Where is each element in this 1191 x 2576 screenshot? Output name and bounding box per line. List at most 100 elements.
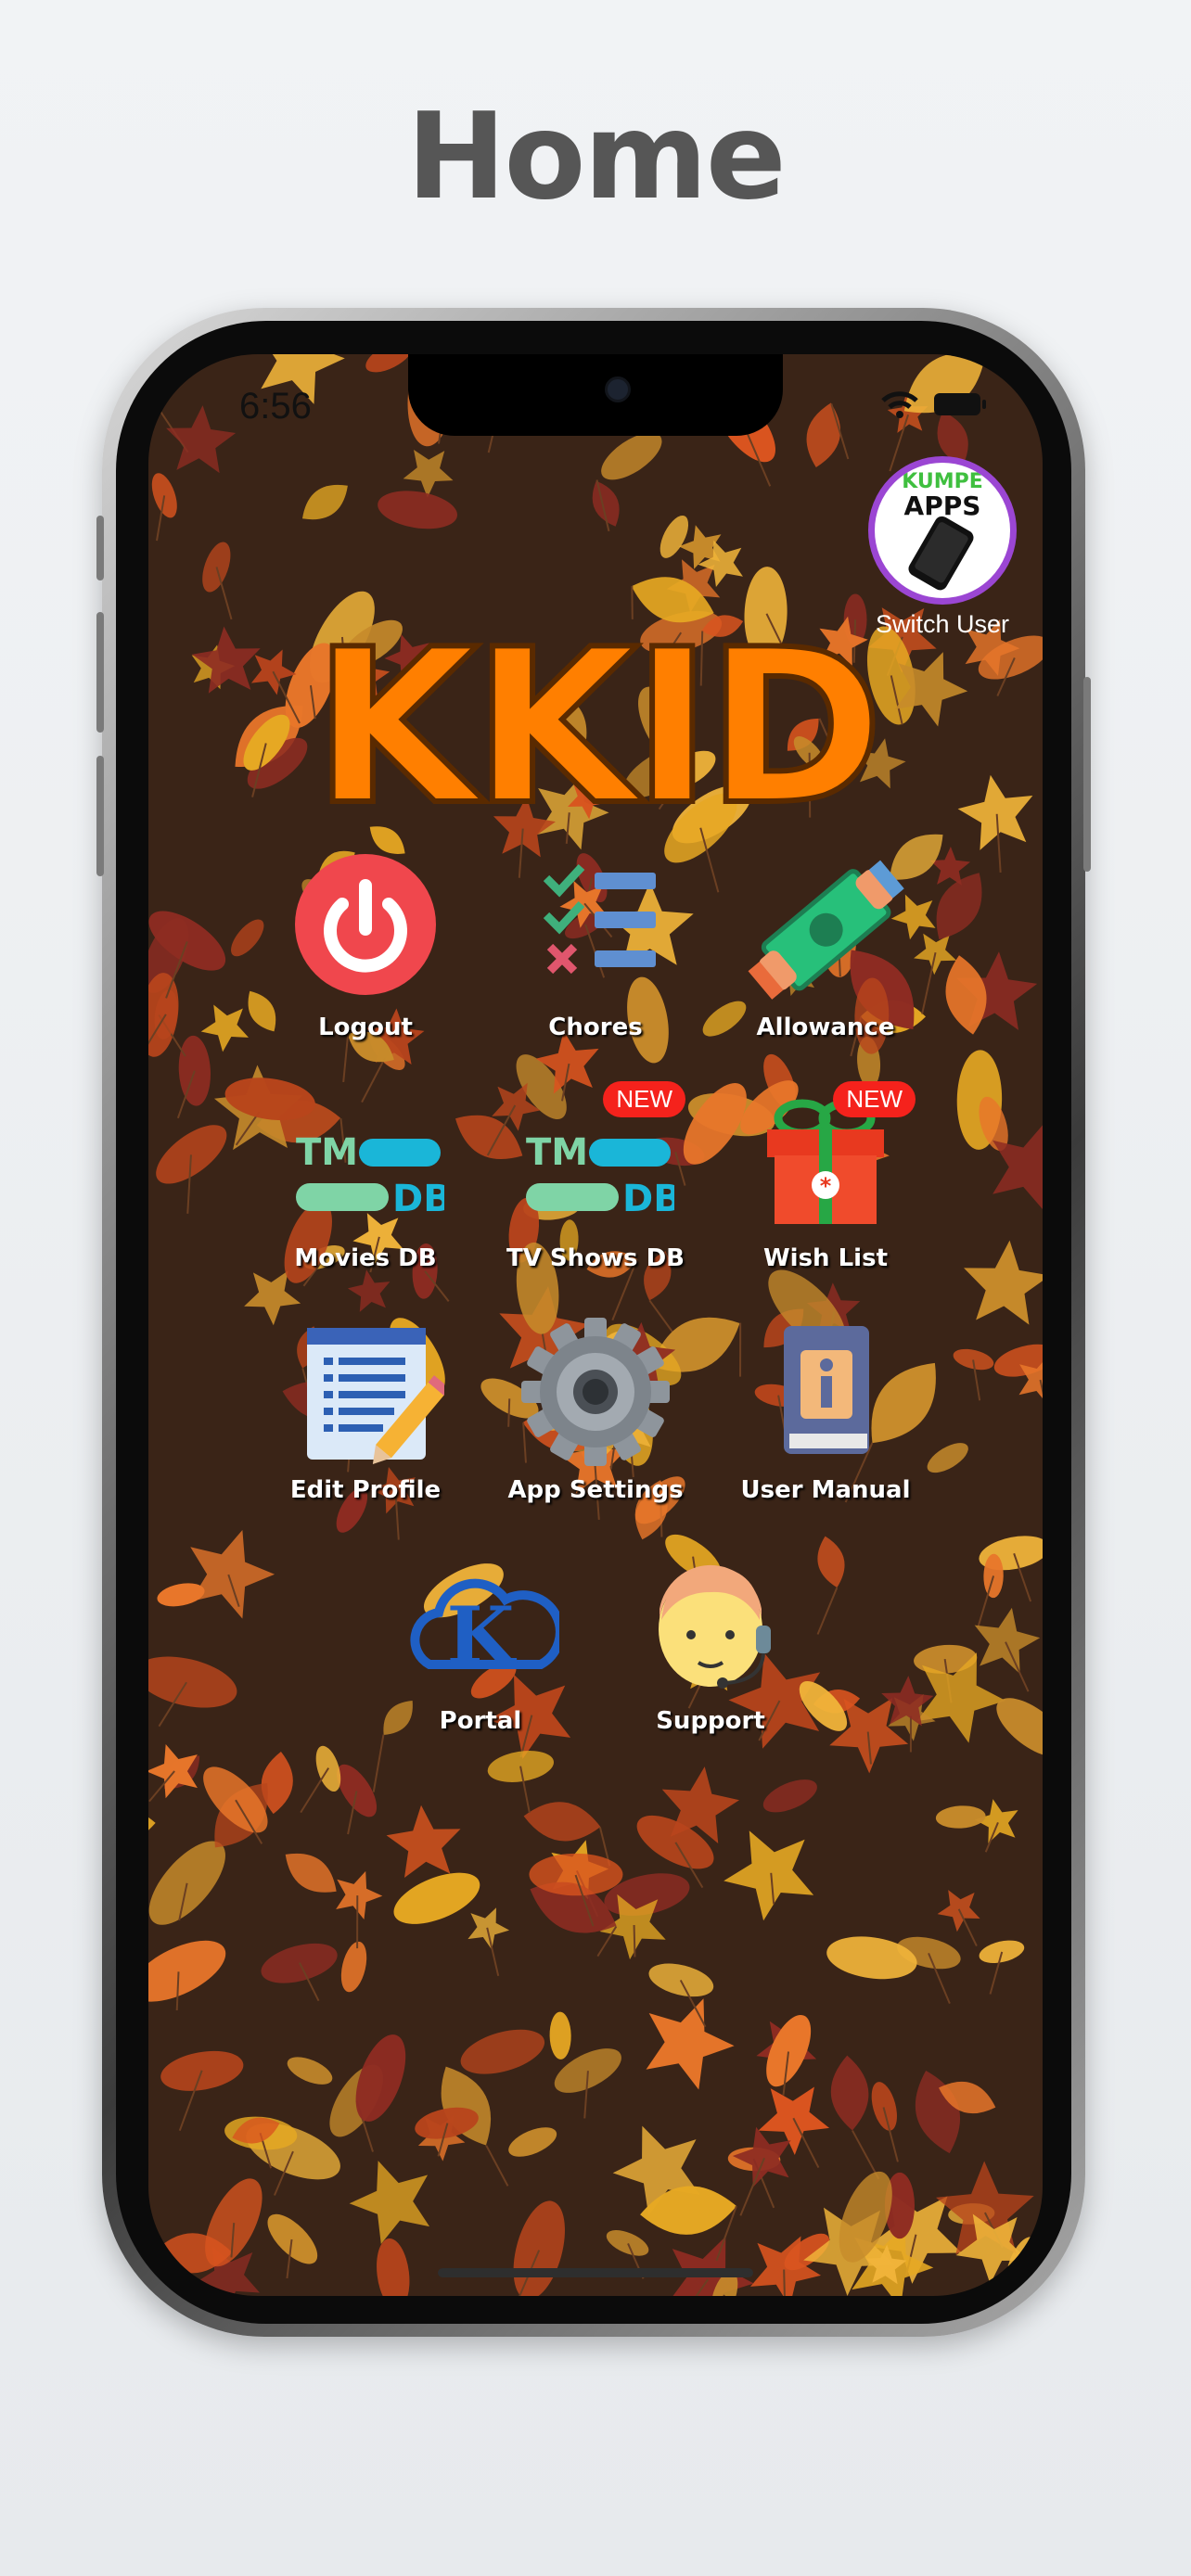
svg-text:DB: DB xyxy=(622,1178,674,1220)
tile-app-settings[interactable]: App Settings xyxy=(489,1313,702,1504)
tile-label: User Manual xyxy=(740,1476,911,1504)
page-title: Home xyxy=(406,88,786,226)
tile-chores[interactable]: Chores xyxy=(489,850,702,1041)
svg-text:DB: DB xyxy=(392,1178,444,1220)
new-badge: NEW xyxy=(603,1081,685,1117)
leaf xyxy=(724,1830,814,1921)
leaf xyxy=(301,484,348,520)
leaf xyxy=(646,1998,735,2090)
phone-icon xyxy=(908,516,974,591)
status-icons xyxy=(879,389,987,419)
leaf xyxy=(953,1348,994,1371)
leaf xyxy=(148,1940,226,2002)
support-agent-icon xyxy=(632,1544,789,1702)
leaf xyxy=(549,2011,571,2060)
leaf xyxy=(151,473,177,518)
leaf xyxy=(460,2029,545,2074)
tile-label: Portal xyxy=(439,1707,522,1735)
leaf xyxy=(377,2238,410,2296)
leaf-stem xyxy=(342,1034,350,1083)
leaf xyxy=(378,491,457,529)
tile-movies-db[interactable]: TM DB Movies DB xyxy=(259,1081,472,1272)
leaf-stem xyxy=(852,2130,880,2180)
leaf xyxy=(190,1529,275,1619)
leaf xyxy=(937,1890,980,1932)
side-button-volume-up xyxy=(96,612,104,733)
leaf xyxy=(148,1807,156,1843)
leaf xyxy=(945,955,987,1035)
svg-text:*: * xyxy=(820,1173,832,1199)
leaf xyxy=(508,2127,557,2157)
leaf xyxy=(166,405,237,474)
cloud-k-icon: K xyxy=(402,1544,565,1702)
battery-icon xyxy=(934,393,986,415)
leaf xyxy=(660,515,689,558)
leaf xyxy=(935,1805,986,1829)
notch xyxy=(408,354,783,436)
tile-label: App Settings xyxy=(507,1476,684,1504)
leaf xyxy=(156,1125,227,1184)
leaf xyxy=(148,1656,237,1708)
new-badge: NEW xyxy=(833,1081,916,1117)
leaf-stem xyxy=(372,1734,385,1792)
tile-allowance[interactable]: Allowance xyxy=(719,850,932,1041)
leaf xyxy=(1010,354,1043,417)
leaf xyxy=(529,1853,623,1896)
leaf xyxy=(267,2213,318,2264)
checklist-icon xyxy=(517,850,674,1008)
tile-portal[interactable]: K Portal xyxy=(374,1544,587,1735)
front-camera xyxy=(605,376,631,402)
svg-text:TM: TM xyxy=(296,1131,358,1174)
tile-label: TV Shows DB xyxy=(506,1244,685,1272)
tile-label: Edit Profile xyxy=(289,1476,442,1504)
svg-text:TM: TM xyxy=(526,1131,588,1174)
gift-icon: * NEW xyxy=(747,1081,916,1239)
tile-edit-profile[interactable]: Edit Profile xyxy=(259,1313,472,1504)
gear-icon xyxy=(517,1313,674,1471)
leaf xyxy=(285,1853,337,1893)
svg-text:K: K xyxy=(446,1589,517,1681)
phone-screen: 6:56 KUMPE APPS Switch User KKID Logout … xyxy=(148,354,1043,2296)
leaf xyxy=(979,1940,1025,1964)
tile-label: Allowance xyxy=(756,1014,895,1041)
tile-wish-list[interactable]: * NEW Wish List xyxy=(719,1081,932,1272)
leaf xyxy=(871,2082,897,2131)
leaf xyxy=(148,385,161,421)
leaf xyxy=(393,1872,480,1924)
status-time: 6:56 xyxy=(239,386,312,427)
leaf-stem xyxy=(816,1587,839,1635)
app-title: KKID xyxy=(311,602,887,855)
leaf xyxy=(964,1240,1043,1325)
leaf-stem xyxy=(485,2145,509,2187)
leaf xyxy=(915,2070,961,2154)
tile-label: Chores xyxy=(548,1014,643,1041)
leaf xyxy=(817,1536,845,1588)
tile-logout[interactable]: Logout xyxy=(259,850,472,1041)
leaf xyxy=(336,1870,383,1920)
tile-label: Movies DB xyxy=(294,1244,437,1272)
leaf xyxy=(513,2200,565,2296)
leaf-stem xyxy=(633,1924,636,1958)
leaf xyxy=(157,1583,205,1607)
leaf xyxy=(762,1779,817,1813)
leaf xyxy=(287,2057,333,2085)
wifi-icon xyxy=(881,391,918,418)
tile-support[interactable]: Support xyxy=(604,1544,817,1735)
power-icon xyxy=(287,850,444,1008)
leaf-stem xyxy=(300,1767,330,1814)
leaf xyxy=(340,1941,367,1993)
leaf xyxy=(606,2230,649,2256)
tile-tv-shows-db[interactable]: TM DB NEW TV Shows DB xyxy=(489,1081,702,1272)
tmdb-icon: TM DB NEW xyxy=(517,1081,685,1239)
tile-user-manual[interactable]: User Manual xyxy=(719,1313,932,1504)
leaf xyxy=(592,480,620,527)
side-button-power xyxy=(1083,677,1091,872)
money-icon xyxy=(747,850,904,1008)
kumpe-apps-logo: KUMPE APPS xyxy=(868,456,1017,605)
tile-label: Wish List xyxy=(762,1244,888,1272)
home-indicator[interactable] xyxy=(438,2268,753,2277)
side-button-mute xyxy=(96,516,104,580)
leaf xyxy=(830,2055,869,2131)
tile-label: Logout xyxy=(318,1014,413,1041)
leaf xyxy=(974,1607,1041,1675)
